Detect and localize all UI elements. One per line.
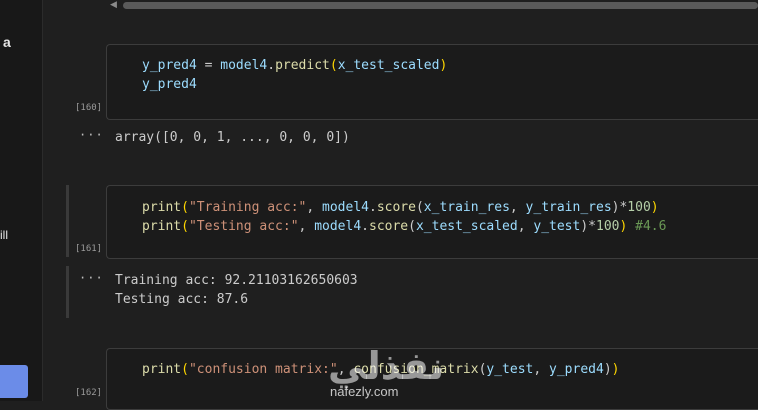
code-line[interactable]: y_pred4 — [142, 77, 197, 92]
watermark-glyph: نفذلي — [328, 344, 445, 388]
output-menu-icon[interactable]: ··· — [79, 128, 104, 142]
execution-count: [160] — [75, 103, 103, 113]
output-line: array([0, 0, 1, ..., 0, 0, 0]) — [115, 130, 350, 145]
code-token: score — [369, 219, 409, 234]
code-token: model4 — [220, 58, 268, 73]
cell-selection-bar — [66, 185, 69, 257]
code-token: , — [509, 200, 526, 215]
code-token: #4.6 — [627, 219, 667, 234]
scroll-left-arrow-icon[interactable]: ◀ — [110, 0, 117, 10]
code-token: 100 — [596, 219, 620, 234]
execution-count: [161] — [75, 244, 103, 254]
code-token: = — [196, 58, 221, 73]
code-token: 100 — [627, 200, 651, 215]
code-line[interactable]: print("Training acc:", model4.score(x_tr… — [142, 200, 659, 215]
code-token: print — [142, 200, 182, 215]
code-token: . — [369, 200, 377, 215]
sidebar-button[interactable] — [0, 365, 28, 398]
code-token: "confusion matrix:" — [188, 362, 338, 377]
watermark-site: nafezly.com — [330, 384, 399, 399]
output-line: Training acc: 92.21103162650603 — [115, 273, 358, 288]
code-token: print — [142, 362, 182, 377]
cell-selection-bar — [66, 266, 69, 318]
code-token: ( — [329, 58, 338, 73]
code-token: ) — [580, 219, 589, 234]
code-token: ) — [650, 200, 659, 215]
output-line: Testing acc: 87.6 — [115, 292, 249, 307]
code-token: x_train_res — [423, 200, 510, 215]
code-token: y_pred4 — [549, 362, 604, 377]
horizontal-scrollbar-thumb[interactable] — [123, 2, 758, 9]
code-token: * — [588, 219, 596, 234]
code-token: model4 — [314, 219, 362, 234]
sidebar-text-fragment: a — [3, 34, 11, 50]
output-menu-icon[interactable]: ··· — [79, 271, 104, 285]
code-token: y_test — [533, 219, 581, 234]
code-token: "Testing acc:" — [188, 219, 299, 234]
code-token: y_pred4 — [142, 58, 197, 73]
code-token: . — [267, 58, 276, 73]
code-token: ) — [611, 362, 620, 377]
code-line[interactable]: print("Testing acc:", model4.score(x_tes… — [142, 219, 666, 234]
code-token: x_test_scaled — [337, 58, 440, 73]
code-token: . — [361, 219, 369, 234]
code-token: ) — [439, 58, 448, 73]
code-token: score — [376, 200, 416, 215]
code-token: ( — [415, 200, 424, 215]
code-token: , — [306, 200, 323, 215]
code-token: ( — [181, 219, 189, 234]
code-token: predict — [275, 58, 330, 73]
sidebar-text-fragment: ill — [0, 228, 8, 242]
code-token: "Training acc:" — [188, 200, 307, 215]
execution-count: [162] — [75, 388, 103, 398]
code-token: ( — [181, 362, 189, 377]
left-sidebar — [0, 0, 43, 401]
code-token: y_pred4 — [142, 77, 197, 92]
code-token: , — [517, 219, 534, 234]
code-token: x_test_scaled — [415, 219, 518, 234]
code-cell[interactable]: print("Training acc:", model4.score(x_tr… — [106, 185, 758, 259]
code-token: y_train_res — [525, 200, 612, 215]
code-line[interactable]: y_pred4 = model4.predict(x_test_scaled) — [142, 58, 447, 73]
code-token: , — [533, 362, 550, 377]
code-cell[interactable]: y_pred4 = model4.predict(x_test_scaled) … — [106, 44, 758, 120]
code-token: model4 — [322, 200, 369, 215]
code-token: y_test — [486, 362, 534, 377]
code-token: , — [298, 219, 315, 234]
watermark-logo: نفذلي nafezly.com — [318, 344, 448, 401]
code-token: ) — [603, 362, 612, 377]
code-token: ( — [181, 200, 189, 215]
code-token: ( — [408, 219, 416, 234]
code-token: print — [142, 219, 182, 234]
